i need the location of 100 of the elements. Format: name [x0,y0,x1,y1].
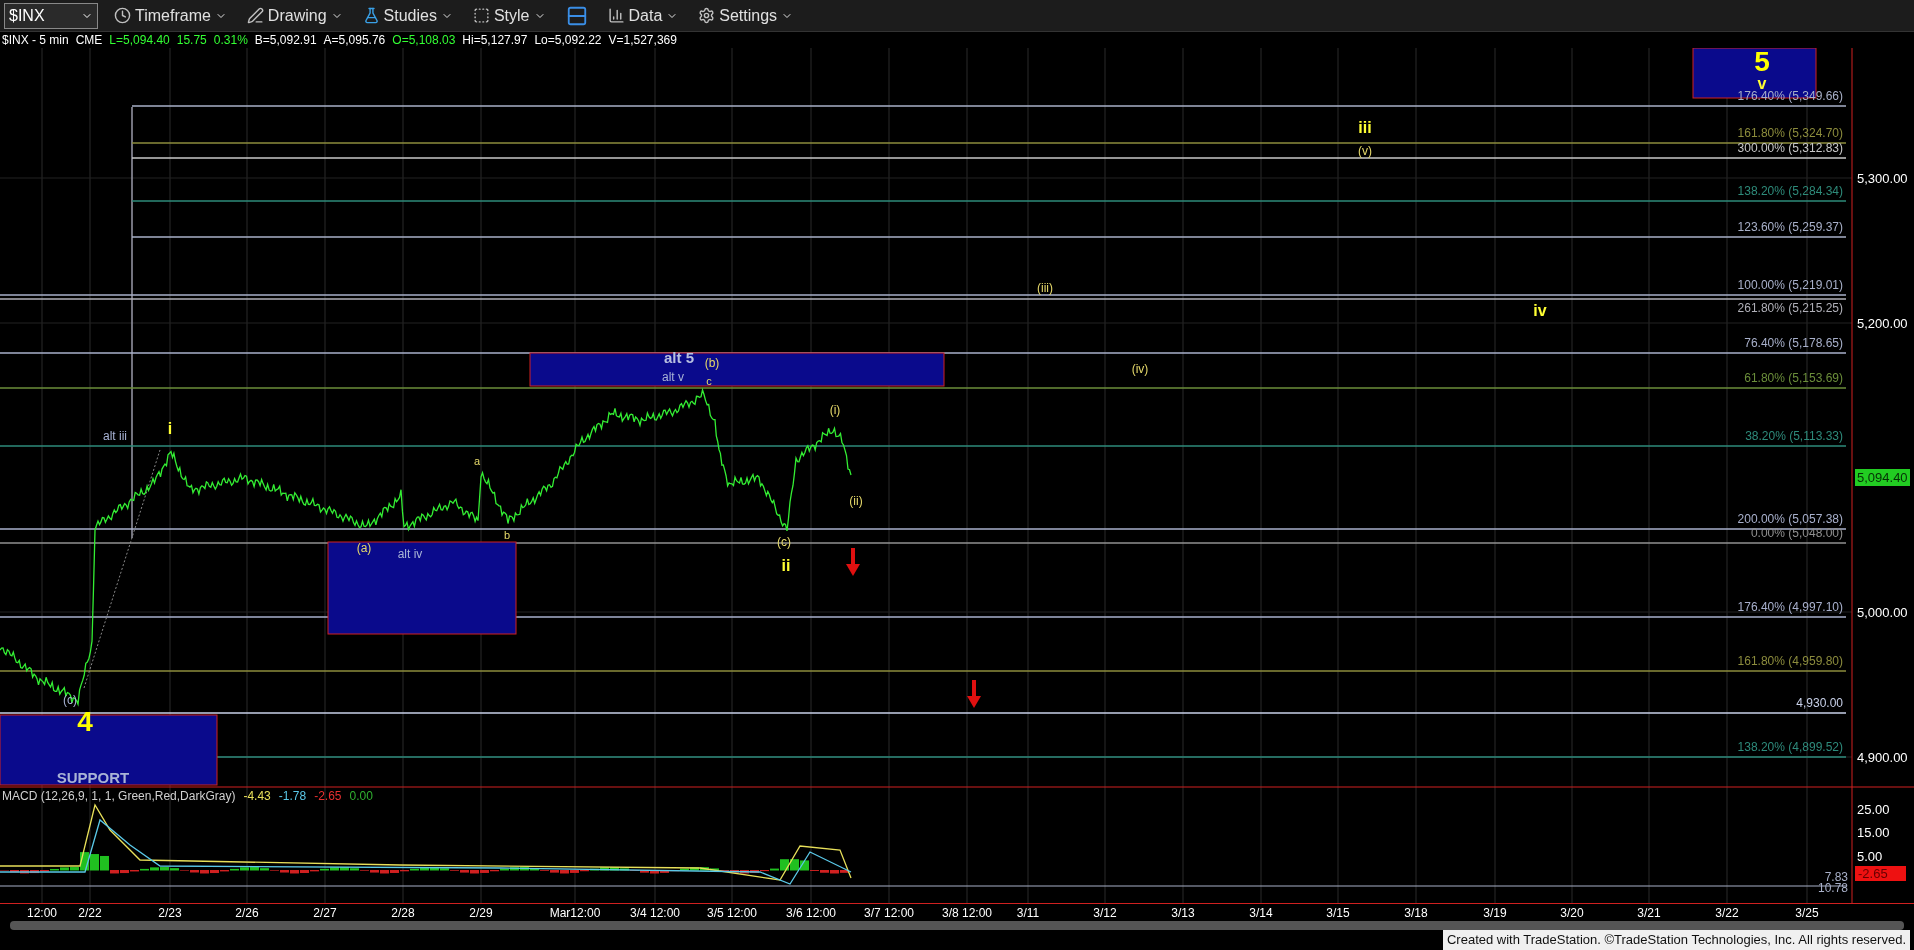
last-price-tag: 5,094.40 [1855,469,1910,486]
fib-level-label: 161.80% (4,959.80) [1737,654,1843,668]
fib-level-label: 61.80% (5,153.69) [1744,371,1843,385]
wave-label: alt iii [103,430,127,442]
date-axis-label: 2/29 [469,907,493,919]
wave-label: ii [781,558,791,574]
macd-value: -4.43 [243,790,271,802]
macd-title: MACD (12,26,9, 1, 1, Green,Red,DarkGray) [2,790,236,802]
date-axis-label: 3/22 [1715,907,1739,919]
date-axis-label: 3/12 [1093,907,1117,919]
date-axis-label: 3/4 12:00 [630,907,680,919]
macd-value: -2.65 [314,790,342,802]
wave-label: (b) [704,357,720,369]
fib-level-label: 138.20% (5,284.34) [1737,184,1843,198]
quote-value: L=5,094.40 [109,34,170,46]
date-axis-label: 3/7 12:00 [864,907,914,919]
date-axis-label: 2/23 [158,907,182,919]
fib-level-label: 176.40% (4,997.10) [1737,600,1843,614]
down-arrow [967,680,981,708]
scroll-bar[interactable] [10,921,1904,930]
fib-level-label: 138.20% (4,899.52) [1737,740,1843,754]
wave-label: a [473,455,481,467]
layout-icon[interactable] [565,4,588,27]
macd-axis-label: 5.00 [1857,849,1883,863]
timeframe-icon [114,7,131,24]
wave-label: 4 [77,708,93,736]
down-arrow [846,548,860,576]
date-axis-label: 3/6 12:00 [786,907,836,919]
fib-level-label: 38.20% (5,113.33) [1745,429,1843,443]
fib-level-label: 261.80% (5,215.25) [1737,301,1843,315]
quote-value: Lo=5,092.22 [534,34,602,46]
symbol-field[interactable]: $INX [4,2,98,29]
quote-value: 0.31% [213,34,248,46]
price-axis-label: 5,200.00 [1857,316,1908,330]
toolbar-button[interactable]: Settings [694,2,798,29]
studies-icon [362,7,380,24]
quote-value: Hi=5,127.97 [462,34,528,46]
fib-level-label: 4,930.00 [1796,696,1843,710]
fib-level-label: 100.00% (5,219.01) [1737,278,1843,292]
wave-label: c [706,375,712,387]
fib-level-label: 123.60% (5,259.37) [1737,220,1843,234]
wave-label: (c) [63,694,77,706]
quote-value: V=1,527,369 [608,34,677,46]
style-icon [472,7,490,24]
copyright-text: Created with TradeStation. ©TradeStation Technologies, Inc. All rights reserved. [1442,930,1910,950]
date-axis-label: 3/14 [1249,907,1273,919]
price-axis-label: 5,000.00 [1857,605,1908,619]
wave-label: v [1757,76,1767,92]
wave-label: alt v [662,371,684,383]
price-axis-label: 4,900.00 [1857,750,1908,764]
data-icon [607,7,625,24]
date-axis-label: 3/21 [1637,907,1661,919]
macd-value-tag: -2.65 [1855,866,1906,881]
toolbar-button[interactable]: Data [603,2,683,29]
wave-label: iii [1358,120,1372,136]
date-axis-label: 3/20 [1560,907,1584,919]
wave-label: (iv) [1131,363,1149,375]
quote-value: CME [75,34,103,46]
date-axis-label: 2/27 [313,907,337,919]
wave-label: (a) [356,542,372,554]
macd-line-label: 7.83 [1824,871,1848,883]
macd-axis-label: 15.00 [1857,825,1890,839]
wave-label: b [503,529,511,541]
wave-label: (iii) [1037,282,1053,294]
quote-value: 15.75 [176,34,207,46]
date-axis-label: 3/5 12:00 [707,907,757,919]
fib-level-label: 0.00% (5,048.00) [1750,526,1843,540]
quote-value: A=5,095.76 [323,34,386,46]
quote-value: $INX - 5 min [2,34,69,46]
settings-icon [698,7,716,24]
toolbar-button[interactable]: Drawing [242,2,347,29]
date-axis-label: 3/8 12:00 [942,907,992,919]
wave-label: (ii) [849,495,863,507]
macd-line-label: 10.78 [1817,882,1848,894]
wave-label: alt 5 [664,349,694,365]
quote-value: O=5,108.03 [392,34,456,46]
date-axis-label: 3/18 [1404,907,1428,919]
wave-label: iv [1533,303,1547,319]
wave-label: 5 [1754,48,1770,76]
date-axis-label: 3/11 [1016,907,1040,919]
fib-level-label: 161.80% (5,324.70) [1737,126,1843,140]
wave-label: alt iv [397,548,423,560]
toolbar-button[interactable]: Style [468,2,550,29]
wave-label: (c) [777,536,791,548]
quote-value: B=5,092.91 [254,34,317,46]
wave-label: (v) [1358,145,1372,157]
drawing-icon [246,7,264,24]
price-axis-label: 5,300.00 [1857,171,1908,185]
toolbar-button[interactable]: Timeframe [110,2,231,29]
date-axis-label: 2/22 [78,907,102,919]
fib-level-label: 200.00% (5,057.38) [1737,512,1843,526]
macd-axis-label: 25.00 [1857,802,1890,816]
date-axis-label: 3/15 [1326,907,1350,919]
date-axis-label: 12:00 [27,907,57,919]
toolbar-button[interactable]: Studies [358,2,457,29]
date-axis-label: 3/13 [1171,907,1195,919]
date-axis-label: 3/19 [1483,907,1507,919]
fib-level-label: 76.40% (5,178.65) [1744,336,1843,350]
date-axis-label: 2/28 [391,907,415,919]
date-axis-label: Mar12:00 [549,907,601,919]
